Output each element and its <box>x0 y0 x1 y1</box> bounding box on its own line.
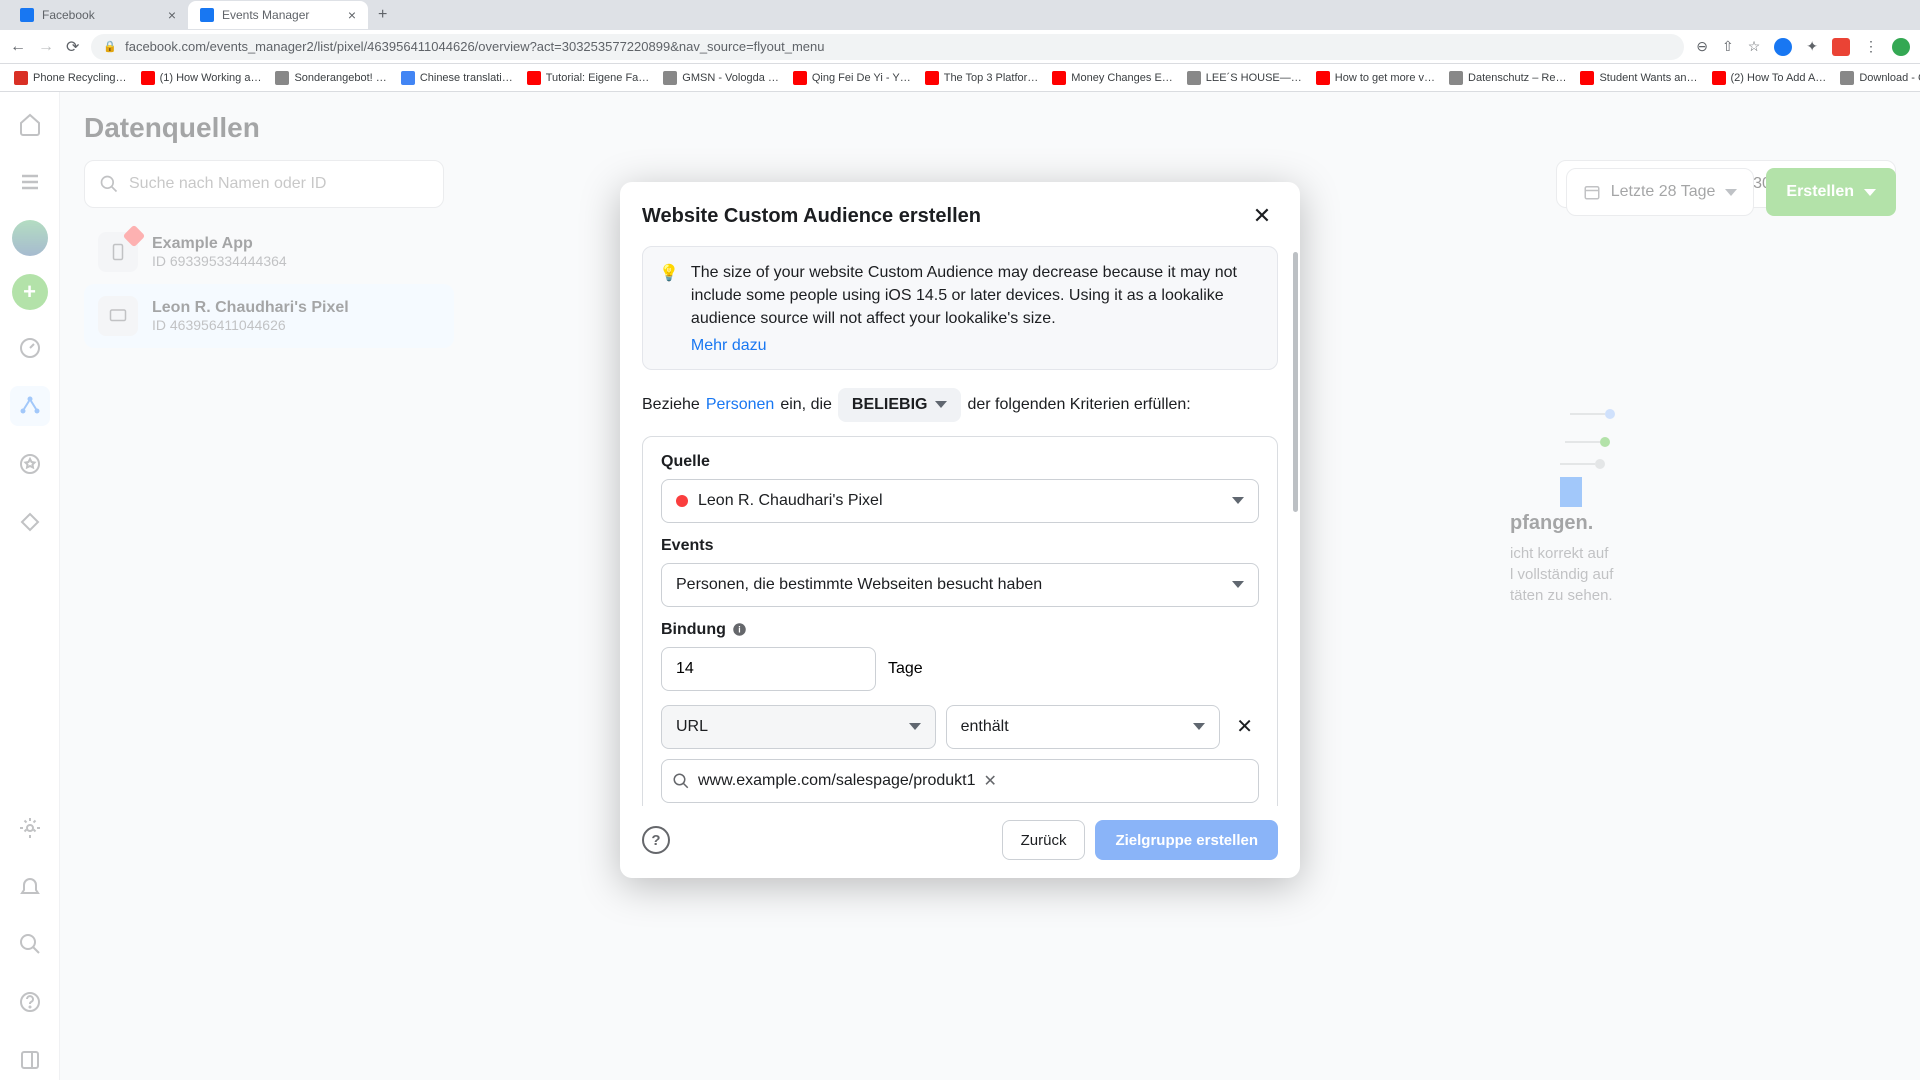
people-link[interactable]: Personen <box>706 396 775 414</box>
criteria-sentence: Beziehe Personen ein, die BELIEBIG der f… <box>642 388 1278 422</box>
url-operator-select[interactable]: enthält <box>946 705 1221 749</box>
close-button[interactable]: ✕ <box>1246 200 1278 232</box>
facebook-icon <box>200 8 214 22</box>
notice-text: The size of your website Custom Audience… <box>691 261 1261 331</box>
retention-label: Bindung i <box>661 621 1259 639</box>
bookmark[interactable]: Chinese translati… <box>397 71 517 85</box>
bookmark[interactable]: Qing Fei De Yi - Y… <box>789 71 915 85</box>
url-field-select[interactable]: URL <box>661 705 936 749</box>
source-select[interactable]: Leon R. Chaudhari's Pixel <box>661 479 1259 523</box>
profile-avatar[interactable] <box>1892 38 1910 56</box>
info-icon[interactable]: i <box>732 622 747 637</box>
tab-title: Facebook <box>42 8 95 22</box>
events-label: Events <box>661 537 1259 555</box>
new-tab-button[interactable]: + <box>368 6 397 24</box>
extension-icon[interactable] <box>1774 38 1792 56</box>
chevron-down-icon <box>935 401 947 408</box>
browser-tab[interactable]: Events Manager × <box>188 1 368 29</box>
address-bar: ← → ⟳ 🔒 facebook.com/events_manager2/lis… <box>0 30 1920 64</box>
zoom-icon[interactable]: ⊖ <box>1696 38 1708 55</box>
create-audience-modal: Website Custom Audience erstellen ✕ 💡 Th… <box>620 182 1300 878</box>
url-chip[interactable]: www.example.com/salespage/produkt1 ✕ <box>698 771 997 791</box>
bookmark[interactable]: How to get more v… <box>1312 71 1439 85</box>
status-dot-icon <box>676 495 688 507</box>
bookmark[interactable]: GMSN - Vologda … <box>659 71 783 85</box>
back-button[interactable]: Zurück <box>1002 820 1086 860</box>
modal-header: Website Custom Audience erstellen ✕ <box>620 182 1300 246</box>
svg-text:i: i <box>738 625 740 635</box>
app-root: + Datenquellen Leon R. Chaudhari (303253… <box>0 92 1920 1080</box>
star-icon[interactable]: ☆ <box>1748 38 1761 55</box>
modal-body: 💡 The size of your website Custom Audien… <box>620 246 1300 806</box>
extension-icon[interactable] <box>1832 38 1850 56</box>
info-notice: 💡 The size of your website Custom Audien… <box>642 246 1278 370</box>
lock-icon: 🔒 <box>103 40 117 53</box>
url-condition-row: URL enthält ✕ <box>661 705 1259 749</box>
chevron-down-icon <box>1232 581 1244 588</box>
learn-more-link[interactable]: Mehr dazu <box>691 337 767 355</box>
back-button[interactable]: ← <box>10 38 26 56</box>
bookmark[interactable]: Datenschutz – Re… <box>1445 71 1570 85</box>
bookmark[interactable]: (2) How To Add A… <box>1708 71 1831 85</box>
retention-row: Tage <box>661 647 1259 691</box>
bookmark[interactable]: Sonderangebot! … <box>271 71 390 85</box>
url-value-input[interactable]: www.example.com/salespage/produkt1 ✕ <box>661 759 1259 803</box>
chevron-down-icon <box>1232 497 1244 504</box>
bookmark[interactable]: Phone Recycling… <box>10 71 131 85</box>
bookmark[interactable]: (1) How Working a… <box>137 71 266 85</box>
bookmark[interactable]: LEE´S HOUSE—… <box>1183 71 1306 85</box>
close-icon[interactable]: × <box>348 7 356 23</box>
modal-footer: ? Zurück Zielgruppe erstellen <box>620 806 1300 878</box>
close-icon[interactable]: × <box>168 7 176 23</box>
bookmark[interactable]: Money Changes E… <box>1048 71 1177 85</box>
share-icon[interactable]: ⇧ <box>1722 38 1734 55</box>
url-text: facebook.com/events_manager2/list/pixel/… <box>125 39 824 54</box>
bookmark[interactable]: The Top 3 Platfor… <box>921 71 1043 85</box>
remove-condition-button[interactable]: ✕ <box>1230 714 1259 739</box>
bookmark[interactable]: Download - Cooki… <box>1836 71 1920 85</box>
bookmark[interactable]: Tutorial: Eigene Fa… <box>523 71 654 85</box>
criteria-group: Quelle Leon R. Chaudhari's Pixel Events … <box>642 436 1278 806</box>
chevron-down-icon <box>909 723 921 730</box>
create-audience-button[interactable]: Zielgruppe erstellen <box>1095 820 1278 860</box>
match-mode-dropdown[interactable]: BELIEBIG <box>838 388 962 422</box>
help-icon[interactable]: ? <box>642 826 670 854</box>
source-label: Quelle <box>661 453 1259 471</box>
scrollbar[interactable] <box>1293 252 1298 512</box>
remove-chip-button[interactable]: ✕ <box>983 771 996 791</box>
reload-button[interactable]: ⟳ <box>66 37 79 57</box>
browser-chrome: Facebook × Events Manager × + ← → ⟳ 🔒 fa… <box>0 0 1920 92</box>
menu-icon[interactable]: ⋮ <box>1864 38 1878 55</box>
tab-title: Events Manager <box>222 8 309 22</box>
modal-title: Website Custom Audience erstellen <box>642 205 981 228</box>
tab-bar: Facebook × Events Manager × + <box>0 0 1920 30</box>
forward-button[interactable]: → <box>38 38 54 56</box>
facebook-icon <box>20 8 34 22</box>
extension-icons: ⊖ ⇧ ☆ ✦ ⋮ <box>1696 38 1910 56</box>
events-select[interactable]: Personen, die bestimmte Webseiten besuch… <box>661 563 1259 607</box>
search-icon <box>672 772 690 790</box>
lightbulb-icon: 💡 <box>659 263 679 355</box>
bookmark-bar: Phone Recycling… (1) How Working a… Sond… <box>0 64 1920 92</box>
retention-input[interactable] <box>661 647 876 691</box>
bookmark[interactable]: Student Wants an… <box>1576 71 1701 85</box>
url-input[interactable]: 🔒 facebook.com/events_manager2/list/pixe… <box>91 34 1684 60</box>
chevron-down-icon <box>1193 723 1205 730</box>
retention-unit: Tage <box>888 660 923 678</box>
browser-tab[interactable]: Facebook × <box>8 1 188 29</box>
puzzle-icon[interactable]: ✦ <box>1806 38 1818 55</box>
